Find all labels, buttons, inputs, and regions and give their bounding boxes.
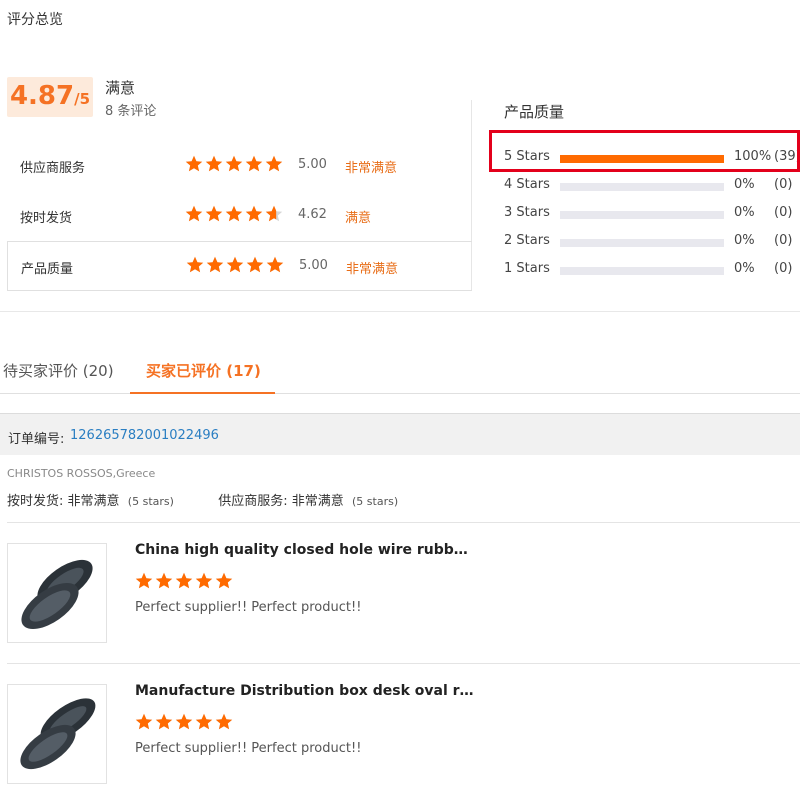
buyer-ratings: 按时发货: 非常满意 (5 stars) 供应商服务: 非常满意 (5 star… <box>7 490 398 509</box>
star-icon <box>195 572 213 589</box>
star-icon <box>205 205 223 222</box>
divider <box>7 522 800 523</box>
star-icon <box>135 572 153 589</box>
dimension-stars <box>185 155 283 173</box>
star-row-track <box>560 183 724 191</box>
overall-score: 4.87 <box>9 81 75 111</box>
dimension-stars <box>185 205 283 223</box>
star-icon <box>215 713 233 730</box>
star-row-track <box>560 211 724 219</box>
star-icon <box>155 713 173 730</box>
star-row-percent: 0% <box>734 261 755 276</box>
tab-pending-reviews[interactable]: 待买家评价 (20) <box>3 360 114 381</box>
star-row-count: (0) <box>774 177 793 192</box>
dimension-level: 非常满意 <box>346 262 399 277</box>
star-icon <box>265 155 283 172</box>
dimension-label: 按时发货 <box>20 211 73 226</box>
review-count: 8 条评论 <box>105 104 157 119</box>
star-row-4[interactable]: 4 Stars 0% (0) <box>504 175 800 195</box>
star-icon <box>185 205 203 222</box>
star-icon <box>225 155 243 172</box>
star-row-label: 4 Stars <box>504 177 550 192</box>
delivery-value: 非常满意 <box>67 494 120 509</box>
order-number-label: 订单编号: <box>8 432 65 447</box>
star-row-1[interactable]: 1 Stars 0% (0) <box>504 259 800 279</box>
product-title[interactable]: Manufacture Distribution box desk oval r… <box>135 683 475 699</box>
star-row-label: 2 Stars <box>504 233 550 248</box>
service-stars: (5 stars) <box>352 495 399 508</box>
star-row-track <box>560 267 724 275</box>
star-icon <box>195 713 213 730</box>
delivery-stars: (5 stars) <box>127 495 174 508</box>
dimension-score: 4.62 <box>298 207 327 222</box>
star-row-3[interactable]: 3 Stars 0% (0) <box>504 203 800 223</box>
tab-completed-reviews[interactable]: 买家已评价 (17) <box>146 360 261 381</box>
product-review-text: Perfect supplier!! Perfect product!! <box>135 600 362 615</box>
star-row-label: 3 Stars <box>504 205 550 220</box>
section-divider <box>0 311 800 312</box>
product-title[interactable]: China high quality closed hole wire rubb… <box>135 542 475 558</box>
tabs-border <box>0 393 800 394</box>
dimension-level: 满意 <box>345 211 372 226</box>
star-icon <box>225 205 243 222</box>
service-label: 供应商服务: <box>218 494 292 509</box>
dimension-score: 5.00 <box>299 258 328 273</box>
dimension-row-supplier-service[interactable]: 供应商服务 5.00 非常满意 <box>7 141 472 191</box>
product-thumbnail[interactable] <box>7 684 107 784</box>
page-title: 评分总览 <box>7 12 63 28</box>
star-icon <box>155 572 173 589</box>
star-row-percent: 0% <box>734 205 755 220</box>
dimension-score: 5.00 <box>298 157 327 172</box>
star-row-count: (0) <box>774 261 793 276</box>
product-review-text: Perfect supplier!! Perfect product!! <box>135 741 362 756</box>
star-icon <box>245 155 263 172</box>
dimension-level: 非常满意 <box>345 161 398 176</box>
star-icon <box>226 256 244 273</box>
star-row-percent: 0% <box>734 233 755 248</box>
star-row-count: (0) <box>774 233 793 248</box>
product-rating-stars <box>135 713 233 731</box>
product-thumbnail[interactable] <box>7 543 107 643</box>
star-icon <box>206 256 224 273</box>
highlight-box <box>489 130 800 172</box>
dimension-label: 供应商服务 <box>20 161 86 176</box>
star-icon <box>175 713 193 730</box>
overall-score-suffix: /5 <box>74 90 91 108</box>
buyer-name: CHRISTOS ROSSOS,Greece <box>7 467 156 480</box>
star-icon <box>185 155 203 172</box>
star-icon <box>135 713 153 730</box>
dimension-row-product-quality[interactable]: 产品质量 5.00 非常满意 <box>7 241 472 291</box>
delivery-label: 按时发货: <box>7 494 68 509</box>
star-row-percent: 0% <box>734 177 755 192</box>
star-row-label: 1 Stars <box>504 261 550 276</box>
dimension-stars <box>186 256 284 274</box>
star-row-2[interactable]: 2 Stars 0% (0) <box>504 231 800 251</box>
star-breakdown-title: 产品质量 <box>504 103 565 121</box>
divider <box>7 663 800 664</box>
star-icon <box>205 155 223 172</box>
star-icon <box>266 256 284 273</box>
overall-satisfaction: 满意 <box>105 79 136 97</box>
order-bar: 订单编号: 126265782001022496 <box>0 413 800 455</box>
dimension-row-on-time-delivery[interactable]: 按时发货 4.62 满意 <box>7 191 472 241</box>
star-icon <box>265 205 283 222</box>
active-tab-indicator <box>130 392 275 394</box>
star-icon <box>215 572 233 589</box>
order-number-link[interactable]: 126265782001022496 <box>70 428 219 443</box>
star-row-count: (0) <box>774 205 793 220</box>
star-icon <box>186 256 204 273</box>
star-icon <box>246 256 264 273</box>
star-icon <box>245 205 263 222</box>
dimension-label: 产品质量 <box>21 262 74 277</box>
overall-score-badge: 4.87 /5 <box>7 77 93 117</box>
service-value: 非常满意 <box>291 494 344 509</box>
star-icon <box>175 572 193 589</box>
product-rating-stars <box>135 572 233 590</box>
star-row-track <box>560 239 724 247</box>
